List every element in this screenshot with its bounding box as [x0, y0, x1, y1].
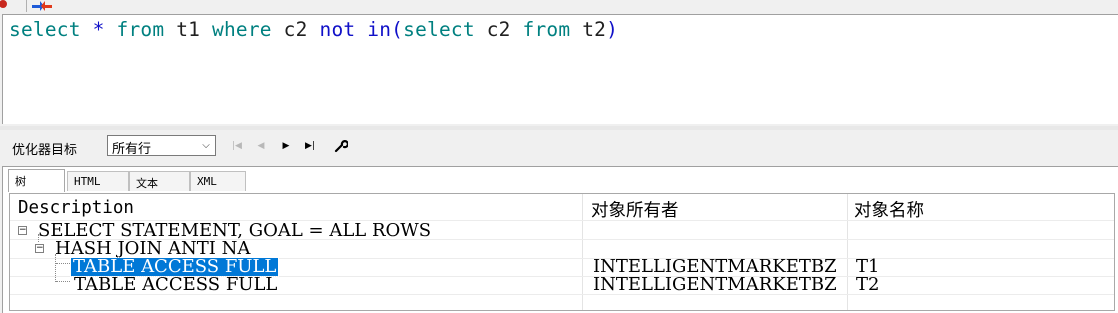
first-record-icon[interactable]: |◀ [230, 139, 244, 153]
tree-connector [56, 281, 70, 282]
tab-xml[interactable]: XML [190, 171, 246, 191]
sql-token: t1 [164, 18, 213, 41]
tab-xml-label: XML [197, 175, 217, 188]
top-toolbar [0, 0, 1118, 14]
plan-tree[interactable]: Description 对象所有者 对象名称 − SELECT STATEMEN… [9, 193, 1115, 311]
toolbar-separator [26, 0, 27, 12]
tree-connector [56, 263, 70, 264]
plan-row-owner: INTELLIGENTMARKETBZ [593, 274, 837, 295]
wrench-icon[interactable] [334, 139, 348, 153]
plan-row-description[interactable]: TABLE ACCESS FULL [74, 276, 277, 294]
sql-token: from [522, 18, 571, 41]
tab-tree[interactable]: 树 [8, 169, 65, 192]
tab-tree-label: 树 [15, 175, 26, 188]
next-record-icon[interactable]: ▶ [279, 139, 293, 153]
tab-text-label: 文本 [136, 177, 158, 190]
prev-record-icon[interactable]: ◀ [254, 139, 268, 153]
header-owner[interactable]: 对象所有者 [591, 197, 679, 222]
sql-token: ( [391, 18, 404, 41]
sql-token: not [319, 18, 356, 41]
column-divider[interactable] [582, 194, 583, 310]
plan-row-name: T2 [856, 274, 880, 295]
sql-token: from [116, 18, 165, 41]
optimizer-goal-label: 优化器目标 [12, 143, 78, 158]
sql-token: select [403, 18, 475, 41]
tab-text[interactable]: 文本 [129, 171, 190, 191]
optimizer-toolbar: 优化器目标 所有行 ⌵ |◀ ◀ ▶ ▶| [0, 130, 1118, 164]
collapse-icon[interactable]: − [35, 244, 44, 253]
tab-html[interactable]: HTML [67, 171, 129, 191]
header-description[interactable]: Description [18, 198, 134, 218]
column-divider[interactable] [847, 194, 848, 310]
sql-token: select [9, 18, 81, 41]
header-name[interactable]: 对象名称 [854, 197, 924, 222]
sql-editor[interactable]: select * from t1 where c2 not in(select … [2, 14, 1118, 124]
collapse-icon[interactable]: − [18, 226, 27, 235]
sql-token: c2 [474, 18, 523, 41]
sql-token: in [367, 18, 392, 41]
sql-text[interactable]: select * from t1 where c2 not in(select … [9, 17, 618, 43]
chevron-down-icon[interactable]: ⌵ [197, 136, 215, 155]
sql-token: c2 [271, 18, 320, 41]
stop-icon[interactable] [0, 0, 10, 12]
tab-html-label: HTML [74, 175, 101, 188]
sql-token: * [92, 18, 105, 41]
last-record-icon[interactable]: ▶| [303, 139, 317, 153]
optimizer-goal-value: 所有行 [112, 142, 152, 157]
optimizer-goal-select[interactable]: 所有行 ⌵ [107, 135, 216, 157]
sql-token: where [212, 18, 272, 41]
sql-token: ) [606, 18, 619, 41]
back-forward-arrows-icon[interactable] [31, 0, 53, 12]
plan-pane: 树 HTML 文本 XML Description 对象所有者 对象名称 − S… [2, 166, 1118, 313]
sql-token: t2 [570, 18, 607, 41]
